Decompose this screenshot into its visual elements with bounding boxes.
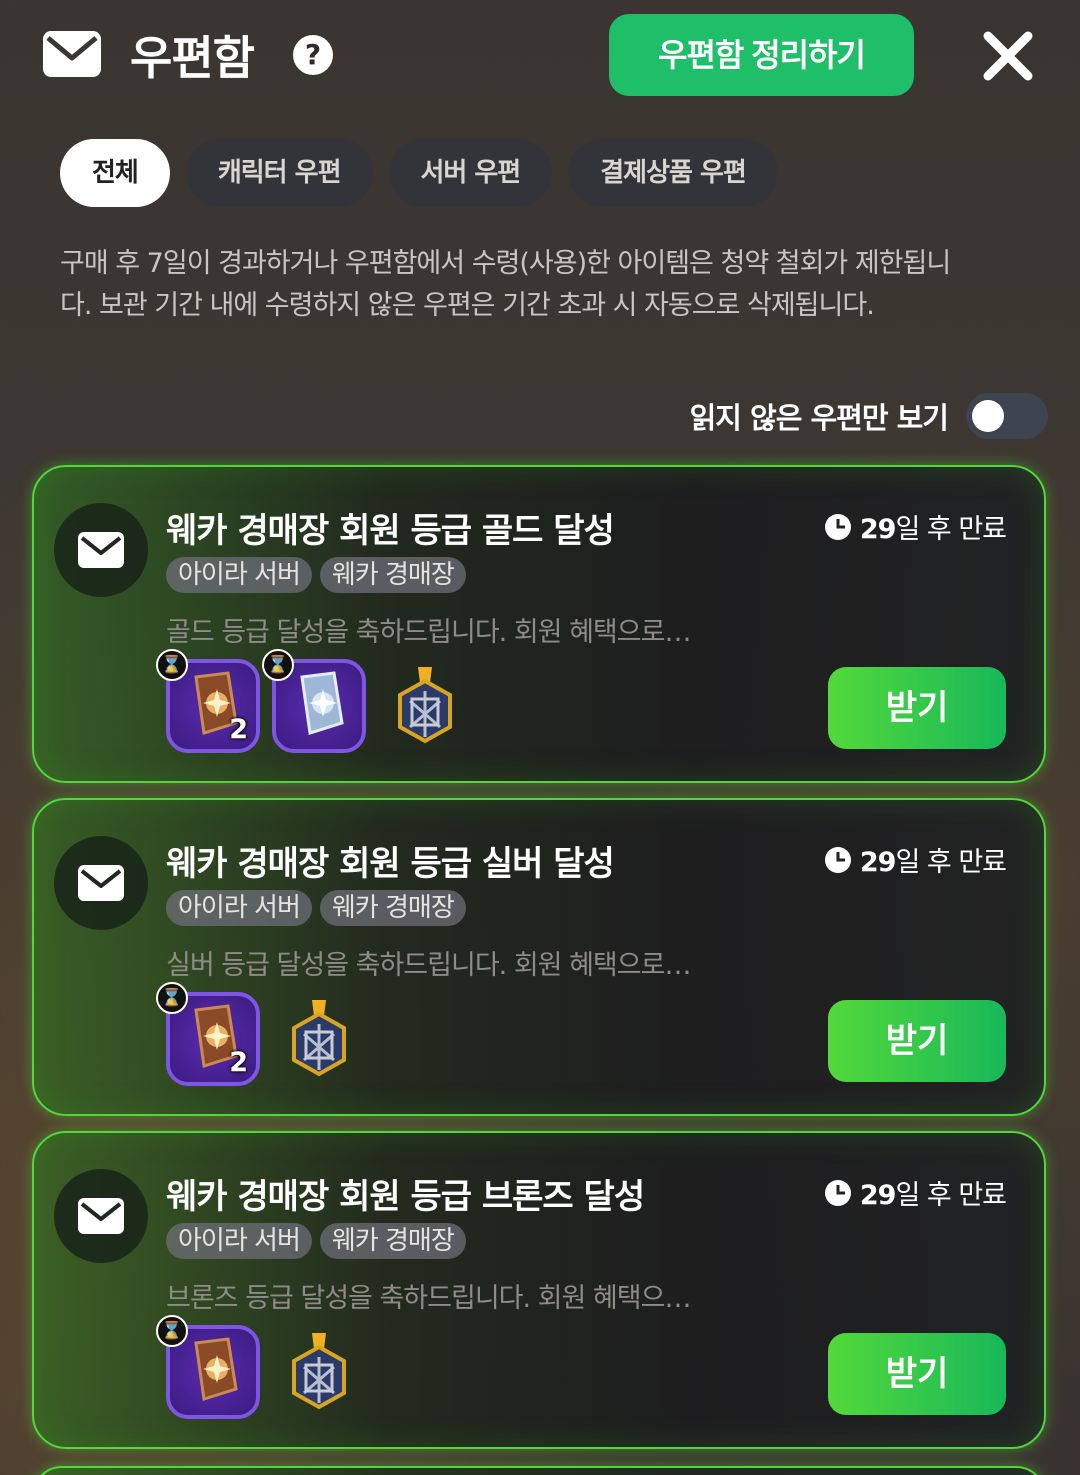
tab-purchase-mail[interactable]: 결제상품 우편 [568,139,778,207]
hourglass-icon: ⌛ [156,982,188,1014]
expiry-days: 29 [859,1180,897,1211]
mail-title: 웨카 경매장 회원 등급 실버 달성 [166,844,615,884]
mail-title: 웨카 경매장 회원 등급 브론즈 달성 [166,1177,645,1217]
mail-expiry: 29일 후 만료 [824,840,1007,879]
help-icon[interactable]: ? [293,35,333,75]
organize-mailbox-button[interactable]: 우편함 정리하기 [609,14,914,96]
mail-tags: 아이라 서버 웨카 경매장 [166,890,466,926]
receive-button[interactable]: 받기 [828,667,1006,749]
mail-attachments: ⌛ [156,1315,366,1419]
mail-tag: 아이라 서버 [166,1223,312,1259]
tab-character-mail[interactable]: 캐릭터 우편 [185,139,373,207]
medal-icon[interactable] [272,992,366,1086]
withdrawal-notice: 구매 후 7일이 경과하거나 우편함에서 수령(사용)한 아이템은 청약 철회가… [60,248,951,321]
mail-envelope-icon [54,836,148,930]
mail-preview: 실버 등급 달성을 축하드립니다. 회원 혜택으로… [166,950,691,981]
receive-button[interactable]: 받기 [828,1333,1006,1415]
mail-preview: 브론즈 등급 달성을 축하드립니다. 회원 혜택으… [166,1283,691,1314]
hourglass-icon: ⌛ [262,649,294,681]
mail-expiry: 29일 후 만료 [824,507,1007,546]
bronze-tag-icon[interactable]: ⌛ 2 [156,982,260,1086]
mail-card-3[interactable]: 웨카 경매장 회원 등급 브론즈 달성 29일 후 만료 아이라 서버 웨카 경매… [32,1131,1046,1449]
mail-tag: 웨카 경매장 [319,557,466,593]
clock-icon [824,513,851,540]
unread-only-filter: 읽지 않은 우편만 보기 [690,392,1048,440]
mail-attachments: ⌛ 2 ⌛ [156,649,472,753]
mail-attachments: ⌛ 2 [156,982,366,1086]
hourglass-icon: ⌛ [156,649,188,681]
expiry-suffix: 일 후 만료 [895,1180,1007,1211]
receive-button[interactable]: 받기 [828,1000,1006,1082]
hourglass-icon: ⌛ [156,1315,188,1347]
mail-tags: 아이라 서버 웨카 경매장 [166,1223,466,1259]
mail-envelope-icon [54,1169,148,1263]
unread-only-label: 읽지 않은 우편만 보기 [689,401,949,435]
medal-icon[interactable] [272,1325,366,1419]
expiry-days: 29 [859,847,897,878]
close-icon[interactable] [976,24,1040,88]
clock-icon [824,846,851,873]
expiry-suffix: 일 후 만료 [895,514,1007,545]
clock-icon [824,1179,851,1206]
item-quantity: 2 [229,1047,248,1078]
mail-tabs: 전체 캐릭터 우편 서버 우편 결제상품 우편 [60,139,778,207]
mail-expiry: 29일 후 만료 [824,1173,1007,1212]
expiry-suffix: 일 후 만료 [895,847,1007,878]
tab-server-mail[interactable]: 서버 우편 [388,139,553,207]
medal-icon[interactable] [378,659,472,753]
unread-only-toggle[interactable] [966,393,1048,439]
mail-tag: 웨카 경매장 [319,1223,466,1259]
mailbox-header: 우편함 ? 우편함 정리하기 [0,0,1080,110]
toggle-knob [972,400,1004,432]
mail-tag: 아이라 서버 [166,557,312,593]
bronze-tag-icon[interactable]: ⌛ [156,1315,260,1419]
mail-card-1[interactable]: 웨카 경매장 회원 등급 골드 달성 29일 후 만료 아이라 서버 웨카 경매장… [32,465,1046,783]
page-title: 우편함 [130,31,255,85]
mail-card-partial [32,1466,1046,1475]
mail-preview: 골드 등급 달성을 축하드립니다. 회원 혜택으로… [166,617,691,648]
mail-title: 웨카 경매장 회원 등급 골드 달성 [166,511,615,551]
tab-all[interactable]: 전체 [60,139,170,207]
mail-tag: 웨카 경매장 [319,890,466,926]
mail-icon [43,31,101,77]
mail-tag: 아이라 서버 [166,890,312,926]
expiry-days: 29 [859,514,897,545]
silver-tag-icon[interactable]: ⌛ [262,649,366,753]
bronze-tag-icon[interactable]: ⌛ 2 [156,649,260,753]
mail-card-2[interactable]: 웨카 경매장 회원 등급 실버 달성 29일 후 만료 아이라 서버 웨카 경매장… [32,798,1046,1116]
mail-tags: 아이라 서버 웨카 경매장 [166,557,466,593]
item-quantity: 2 [229,714,248,745]
mail-envelope-icon [54,503,148,597]
